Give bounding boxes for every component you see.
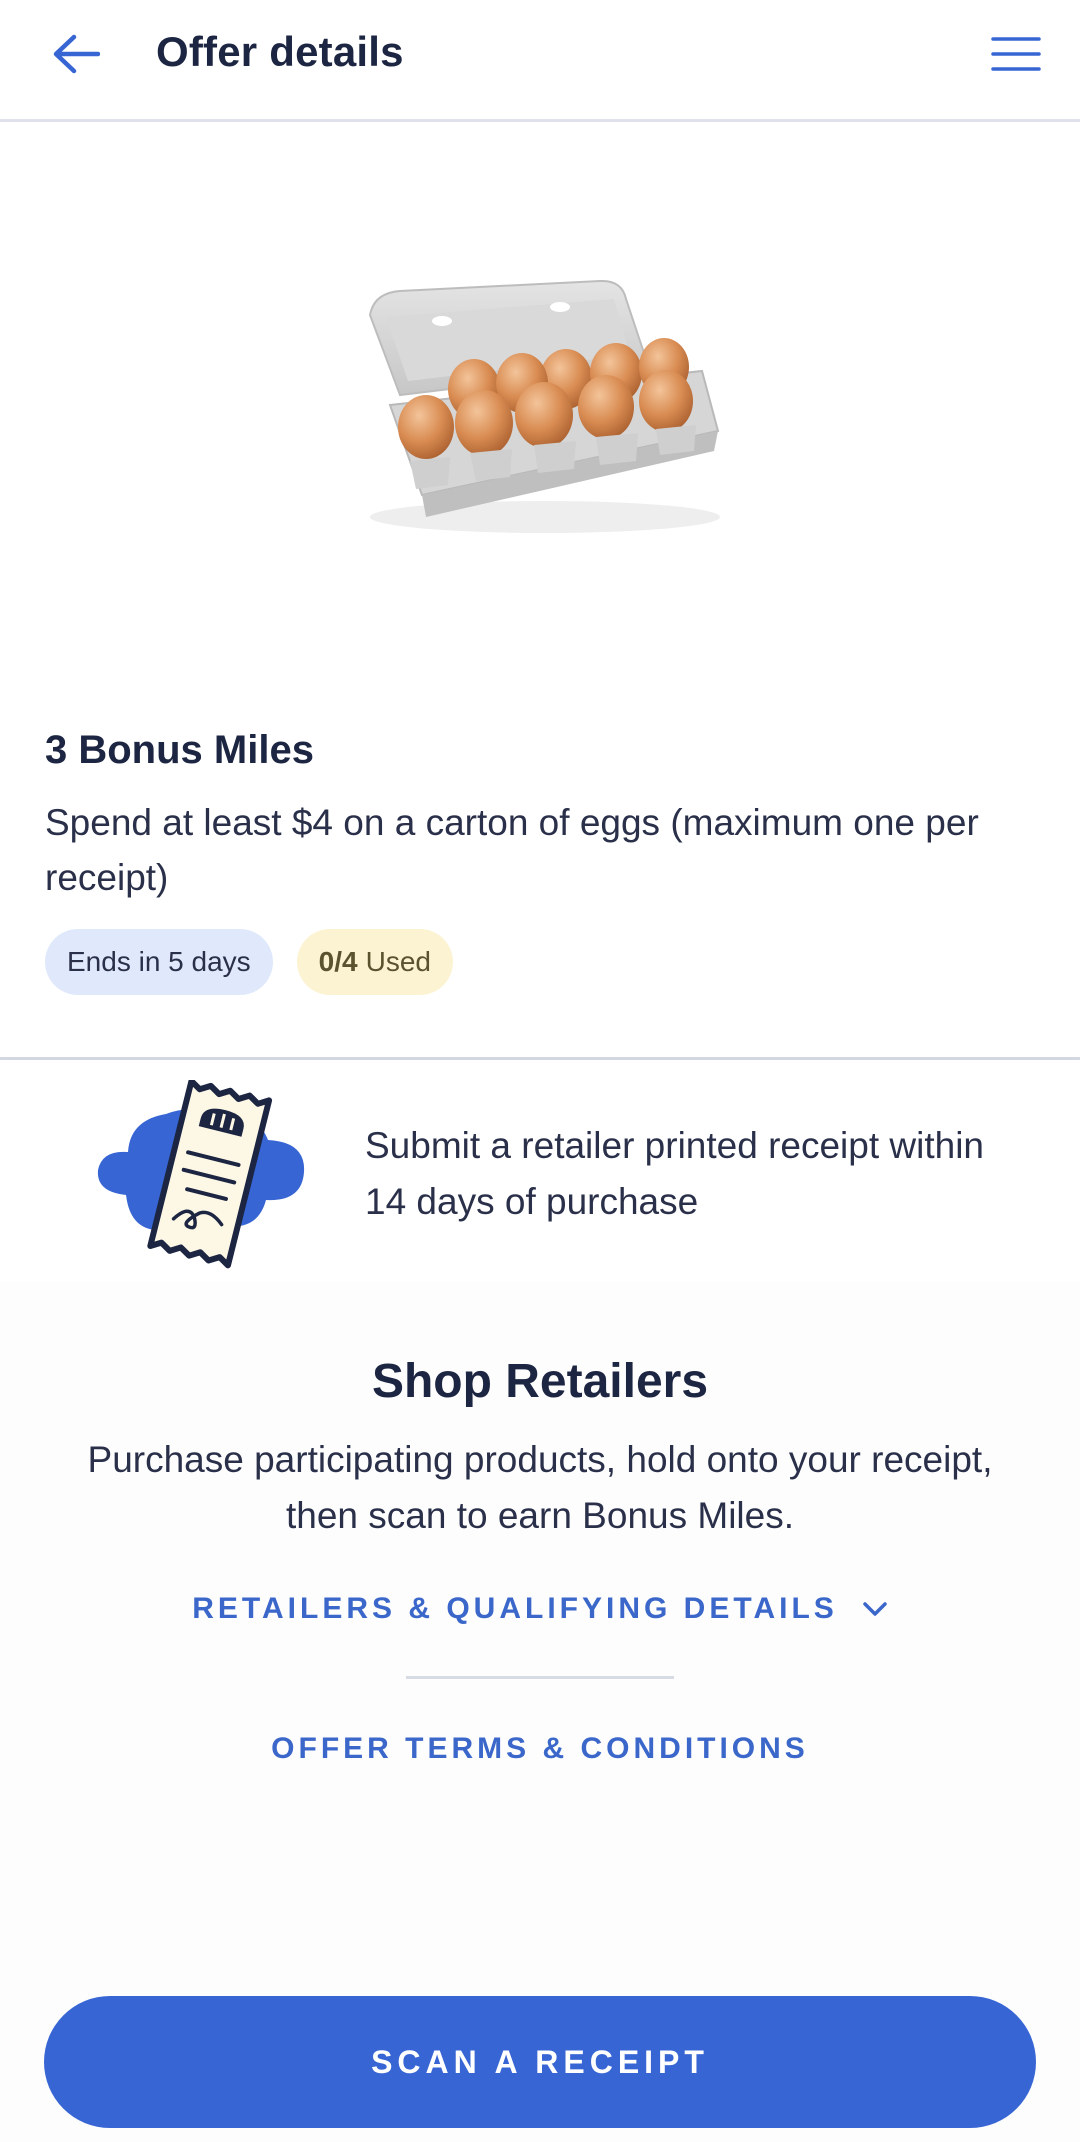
product-image-area: [0, 125, 1080, 685]
retailers-details-link[interactable]: RETAILERS & QUALIFYING DETAILS: [0, 1592, 1080, 1626]
app-header: Offer details: [0, 0, 1080, 122]
back-button[interactable]: [44, 22, 108, 86]
arrow-left-icon: [53, 34, 100, 74]
offer-badges: Ends in 5 days 0/4 Used: [45, 929, 1045, 995]
offer-description: Spend at least $4 on a carton of eggs (m…: [45, 802, 979, 898]
chevron-down-icon: [863, 1602, 887, 1616]
ends-badge: Ends in 5 days: [45, 929, 273, 995]
section-description: Purchase participating products, hold on…: [87, 1439, 993, 1536]
retailers-link-label: RETAILERS & QUALIFYING DETAILS: [192, 1592, 838, 1625]
menu-button[interactable]: [984, 22, 1048, 86]
terms-link-label: OFFER TERMS & CONDITIONS: [271, 1732, 809, 1765]
egg-carton-image: [368, 279, 720, 533]
used-count: 0/4: [318, 946, 358, 977]
scan-receipt-label: SCAN A RECEIPT: [371, 2043, 709, 2080]
offer-title: 3 Bonus Miles: [45, 728, 314, 772]
link-divider: [406, 1676, 674, 1679]
hamburger-menu-icon: [991, 37, 1041, 71]
section-title: Shop Retailers: [371, 1355, 709, 1408]
used-badge: 0/4 Used: [296, 929, 453, 995]
receipt-info-card: Submit a retailer printed receipt within…: [0, 1060, 1080, 1282]
used-label: Used: [365, 946, 431, 977]
offer-details: 3 Bonus Miles Spend at least $4 on a car…: [45, 728, 1045, 995]
receipt-instructions: Submit a retailer printed receipt within…: [365, 1125, 985, 1222]
scan-receipt-button[interactable]: SCAN A RECEIPT: [44, 1996, 1036, 2128]
page-title: Offer details: [156, 28, 404, 75]
offer-terms-link[interactable]: OFFER TERMS & CONDITIONS: [0, 1732, 1080, 1766]
receipt-illustration: [97, 1080, 305, 1269]
